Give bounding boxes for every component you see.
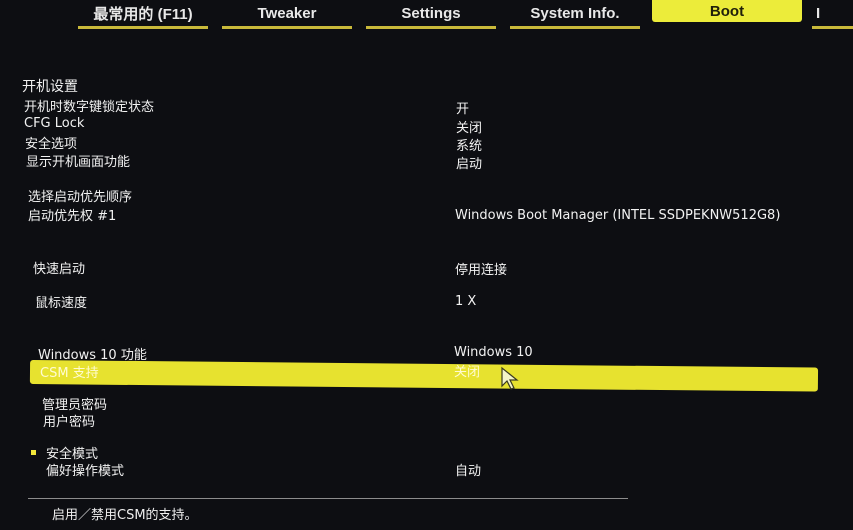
cfg-lock-value[interactable]: 关闭 [456, 117, 482, 136]
logo-display-label[interactable]: 显示开机画面功能 [26, 151, 130, 170]
tab-next-partial[interactable]: I [812, 0, 853, 29]
boot-priority-header: 选择启动优先顺序 [28, 190, 133, 205]
submenu-indicator-icon [31, 450, 36, 455]
mouse-pointer-icon [501, 366, 519, 390]
numlock-value[interactable]: 开 [456, 98, 469, 117]
csm-support-row-highlight[interactable] [29, 360, 819, 392]
windows10-features-value[interactable]: Windows 10 [454, 345, 533, 360]
boot-config-header: 开机设置 [22, 79, 78, 95]
numlock-label[interactable]: 开机时数字键锁定状态 [24, 96, 154, 115]
tab-settings[interactable]: Settings [366, 0, 496, 29]
logo-display-value[interactable]: 启动 [456, 153, 482, 172]
cfg-lock-label[interactable]: CFG Lock [24, 116, 84, 131]
mouse-speed-label[interactable]: 鼠标速度 [35, 292, 87, 311]
preferred-mode-label[interactable]: 偏好操作模式 [46, 460, 124, 479]
fast-boot-value[interactable]: 停用连接 [455, 259, 507, 278]
boot-option-1-value[interactable]: Windows Boot Manager (INTEL SSDPEKNW512G… [455, 208, 780, 223]
preferred-mode-value[interactable]: 自动 [455, 460, 481, 479]
help-text: 启用／禁用CSM的支持。 [52, 508, 198, 523]
boot-option-1-label[interactable]: 启动优先权 #1 [28, 205, 116, 224]
csm-support-value[interactable]: 关闭 [454, 361, 480, 380]
tab-frequent[interactable]: 最常用的 (F11) [78, 0, 208, 29]
csm-support-label[interactable]: CSM 支持 [40, 362, 99, 381]
tab-bar: 最常用的 (F11) Tweaker Settings System Info.… [0, 0, 853, 32]
security-option-value[interactable]: 系统 [456, 135, 482, 154]
tab-boot[interactable]: Boot [652, 0, 802, 22]
footer-divider [28, 498, 628, 499]
security-option-label[interactable]: 安全选项 [25, 133, 77, 152]
fast-boot-label[interactable]: 快速启动 [33, 258, 85, 277]
user-password-label[interactable]: 用户密码 [43, 411, 95, 430]
tab-tweaker[interactable]: Tweaker [222, 0, 352, 29]
mouse-speed-value[interactable]: 1 X [455, 294, 476, 309]
tab-system-info[interactable]: System Info. [510, 0, 640, 29]
